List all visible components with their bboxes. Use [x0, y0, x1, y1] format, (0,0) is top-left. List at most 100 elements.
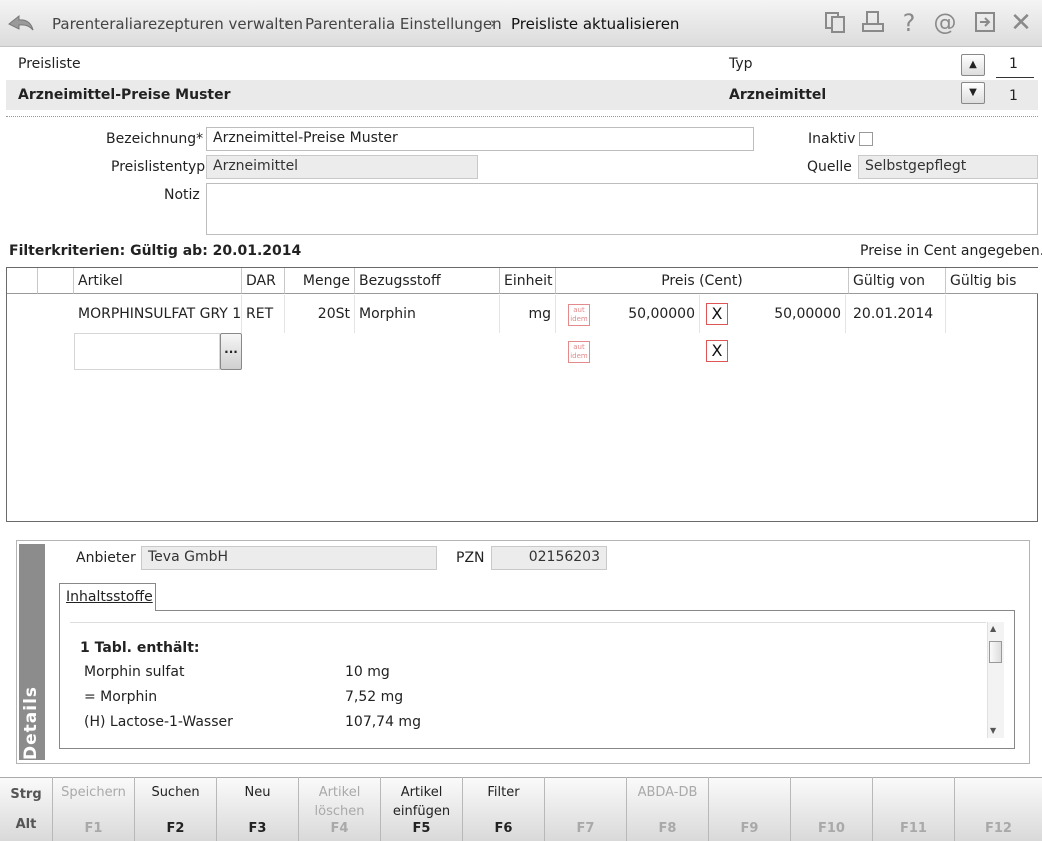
f8-abda-db-button[interactable]: ABDA-DB F8: [626, 777, 708, 841]
alt-key[interactable]: Alt: [0, 817, 52, 832]
scrollbar-thumb[interactable]: [989, 641, 1002, 663]
x-toggle-button[interactable]: X: [706, 340, 728, 362]
row-einheit: mg: [500, 295, 556, 333]
row-preis-1: 50,00000: [602, 295, 700, 333]
f3-neu-button[interactable]: Neu F3: [216, 777, 298, 841]
f2-key: F2: [166, 821, 185, 836]
aut-idem-icon[interactable]: aut idem: [568, 341, 590, 363]
inaktiv-checkbox[interactable]: [859, 132, 873, 146]
tab-inhaltsstoffe[interactable]: Inhaltsstoffe: [59, 583, 156, 611]
table-header-menge[interactable]: Menge: [285, 268, 355, 294]
new-article-input[interactable]: [74, 333, 220, 370]
bezeichnung-label: Bezeichnung*: [106, 131, 204, 147]
ingredients-heading: 1 Tabl. enthält:: [80, 640, 200, 656]
scroll-down-arrow-icon[interactable]: ▼: [990, 726, 996, 735]
aut-idem-icon[interactable]: aut idem: [568, 304, 590, 326]
f11-label: [873, 783, 954, 821]
ingredient-name: (H) Lactose-1-Wasser: [84, 714, 233, 730]
f7-label: [545, 783, 626, 821]
f6-filter-button[interactable]: Filter F6: [462, 777, 544, 841]
notiz-field[interactable]: [206, 183, 1038, 235]
table-header-flag: [38, 268, 74, 294]
row-artikel: MORPHINSULFAT GRY 10: [74, 295, 242, 333]
f2-suchen-button[interactable]: Suchen F2: [134, 777, 216, 841]
ingredient-amount: 107,74 mg: [345, 714, 421, 730]
anbieter-field: Teva GmbH: [141, 546, 437, 570]
breadcrumb-item-3: Preisliste aktualisieren: [511, 15, 680, 33]
breadcrumb-item-2[interactable]: Parenteralia Einstellungen: [305, 15, 502, 33]
f10-button[interactable]: F10: [790, 777, 872, 841]
f1-label: Speichern: [61, 785, 126, 800]
ingredient-name: = Morphin: [84, 689, 158, 705]
f6-label: Filter: [487, 785, 520, 800]
quelle-field: Selbstgepflegt: [858, 155, 1038, 179]
price-unit-hint: Preise in Cent angegeben.: [860, 243, 1042, 259]
f12-key: F12: [985, 821, 1012, 836]
tab-inhaltsstoffe-label: Inhaltsstoffe: [66, 589, 153, 605]
table-header-marker: [7, 268, 38, 294]
f10-key: F10: [818, 821, 845, 836]
close-icon[interactable]: ✕: [1008, 10, 1034, 36]
f5-label: Artikel einfügen: [392, 785, 451, 819]
row-menge: 20St: [285, 295, 355, 333]
counter-divider: [996, 77, 1034, 78]
scroll-up-button[interactable]: ▲: [961, 54, 985, 76]
table-header-preis[interactable]: Preis (Cent): [556, 268, 849, 294]
modifier-keys[interactable]: Strg Alt: [0, 777, 52, 841]
ingredient-amount: 10 mg: [345, 664, 390, 680]
preislistentyp-label: Preislistentyp: [111, 159, 206, 175]
strg-key[interactable]: Strg: [0, 787, 52, 817]
row-bezugsstoff: Morphin: [355, 295, 500, 333]
f9-button[interactable]: F9: [708, 777, 790, 841]
details-side-label: Details: [21, 685, 41, 760]
scroll-up-arrow-icon[interactable]: ▲: [990, 624, 996, 633]
f7-key: F7: [576, 821, 595, 836]
breadcrumb-separator-icon: ›: [284, 14, 290, 32]
x-toggle-button[interactable]: X: [706, 303, 728, 325]
counter-top: 1: [1009, 56, 1018, 72]
f5-artikel-einfuegen-button[interactable]: Artikel einfügen F5: [380, 777, 462, 841]
f4-key: F4: [330, 821, 349, 836]
f10-label: [791, 783, 872, 821]
f8-label: ABDA-DB: [637, 785, 698, 800]
copy-icon[interactable]: [822, 10, 848, 36]
selected-price-list-type: Arzneimittel: [729, 87, 827, 103]
at-icon[interactable]: @: [932, 10, 958, 36]
breadcrumb-item-1[interactable]: Parenteraliarezepturen verwalten: [52, 15, 303, 33]
table-header-gueltig-bis[interactable]: Gültig bis: [946, 268, 1038, 294]
f1-key: F1: [84, 821, 103, 836]
table-header-bezugsstoff[interactable]: Bezugsstoff: [355, 268, 500, 294]
f9-label: [709, 783, 790, 821]
f3-label: Neu: [244, 785, 271, 800]
f12-button[interactable]: F12: [954, 777, 1042, 841]
table-header-artikel[interactable]: Artikel: [74, 268, 242, 294]
anbieter-label: Anbieter: [76, 550, 136, 566]
f2-label: Suchen: [151, 785, 200, 800]
table-header-dar[interactable]: DAR: [242, 268, 285, 294]
f11-button[interactable]: F11: [872, 777, 954, 841]
article-table: Artikel DAR Menge Bezugsstoff Einheit Pr…: [6, 267, 1038, 522]
export-icon[interactable]: [972, 10, 998, 36]
help-icon[interactable]: ?: [896, 10, 922, 36]
back-icon[interactable]: [6, 10, 36, 36]
counter-bottom: 1: [1009, 88, 1018, 104]
filter-criteria: Filterkriterien: Gültig ab: 20.01.2014: [9, 243, 302, 259]
preisliste-column-label: Preisliste: [18, 56, 81, 72]
f4-label: Artikel löschen: [314, 785, 365, 819]
f5-key: F5: [412, 821, 431, 836]
print-icon[interactable]: [860, 10, 886, 36]
row-dar: RET: [242, 295, 285, 333]
f4-artikel-loeschen-button[interactable]: Artikel löschen F4: [298, 777, 380, 841]
ingredient-amount: 7,52 mg: [345, 689, 404, 705]
table-header-einheit[interactable]: Einheit: [500, 268, 556, 294]
typ-column-label: Typ: [729, 56, 753, 72]
browse-article-button[interactable]: ...: [220, 333, 242, 370]
table-header-gueltig-von[interactable]: Gültig von: [849, 268, 946, 294]
scroll-down-button[interactable]: ▼: [961, 82, 985, 104]
ingredients-scrollbar[interactable]: [987, 622, 1004, 738]
f7-button[interactable]: F7: [544, 777, 626, 841]
row-gueltig-von: 20.01.2014: [849, 295, 946, 333]
f1-speichern-button[interactable]: Speichern F1: [52, 777, 134, 841]
quelle-label: Quelle: [807, 159, 852, 175]
bezeichnung-field[interactable]: Arzneimittel-Preise Muster: [206, 127, 754, 151]
